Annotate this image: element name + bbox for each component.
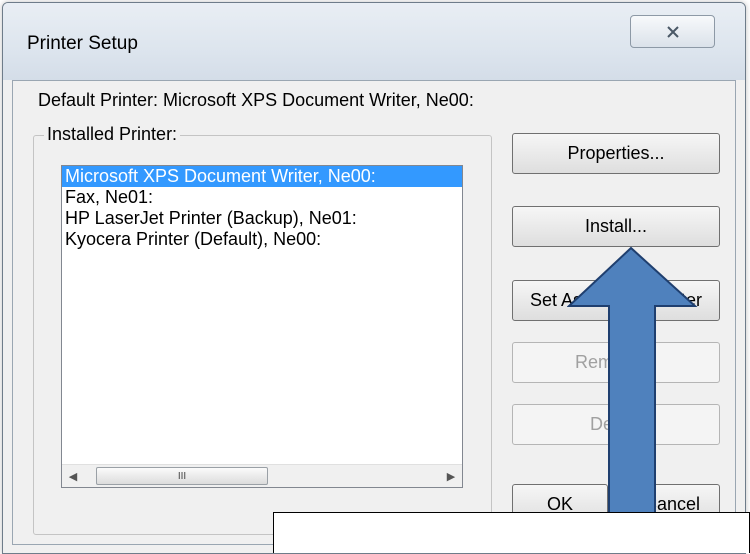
install-button[interactable]: Install... [512,206,720,247]
printer-list-item[interactable]: Fax, Ne01: [62,187,462,208]
scroll-left-icon[interactable]: ◀ [62,465,84,487]
title-bar: Printer Setup [3,3,745,80]
printer-list-item[interactable]: Microsoft XPS Document Writer, Ne00: [62,166,462,187]
close-button[interactable] [630,15,715,48]
installed-printer-group-label: Installed Printer: [44,124,181,145]
annotation-up-arrow-icon [567,246,698,552]
installed-printer-group: Installed Printer: Microsoft XPS Documen… [33,124,492,535]
scroll-right-icon[interactable]: ▶ [440,465,462,487]
scroll-thumb[interactable]: III [96,467,268,485]
window-title: Printer Setup [27,33,138,54]
printer-listbox[interactable]: Microsoft XPS Document Writer, Ne00: Fax… [61,165,463,488]
properties-button[interactable]: Properties... [512,133,720,174]
printer-list-item[interactable]: Kyocera Printer (Default), Ne00: [62,229,462,250]
printer-list-item[interactable]: HP LaserJet Printer (Backup), Ne01: [62,208,462,229]
horizontal-scrollbar[interactable]: ◀ III ▶ [62,464,462,487]
close-icon [666,25,679,38]
annotation-callout-box [273,512,750,553]
default-printer-label: Default Printer: Microsoft XPS Document … [38,90,474,110]
